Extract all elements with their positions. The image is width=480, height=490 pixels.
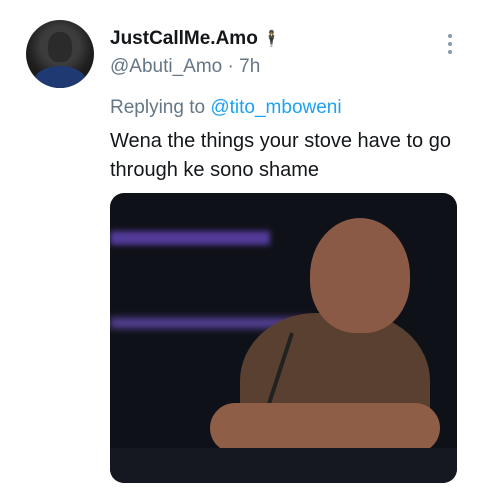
name-emoji: 🕴 [261, 31, 282, 48]
dot [448, 42, 452, 46]
avatar-face [48, 32, 72, 62]
display-name-text: JustCallMe.Amo [110, 28, 258, 49]
person-head [310, 218, 410, 333]
tweet-text: Wena the things your stove have to go th… [110, 130, 451, 181]
avatar[interactable] [26, 20, 94, 88]
avatar-shirt [34, 66, 86, 88]
user-handle[interactable]: @Abuti_Amo [110, 56, 222, 77]
person-arms [210, 403, 440, 453]
timestamp[interactable]: 7h [239, 56, 260, 77]
handle-line: @Abuti_Amo · 7h [110, 56, 260, 78]
display-name[interactable]: JustCallMe.Amo 🕴 [110, 28, 282, 50]
separator: · [227, 56, 234, 77]
background-light [110, 231, 270, 245]
tweet-media-image[interactable] [110, 193, 457, 483]
mention-link[interactable]: @tito_mboweni [210, 97, 341, 118]
more-options-icon[interactable] [448, 34, 454, 54]
replying-to: Replying to @tito_mboweni [110, 97, 342, 119]
replying-to-label: Replying to [110, 97, 211, 118]
table [110, 448, 457, 483]
dot [448, 50, 452, 54]
dot [448, 34, 452, 38]
